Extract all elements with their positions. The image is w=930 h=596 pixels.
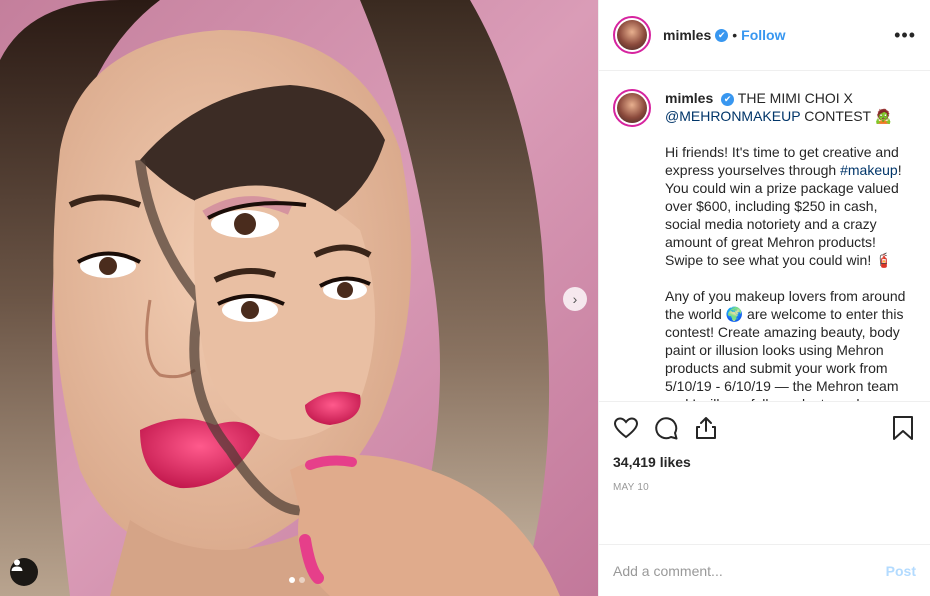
caption-title-part1: THE MIMI CHOI X (737, 90, 853, 106)
post-photo: › (0, 0, 598, 596)
makeup-illusion-image (0, 0, 598, 596)
username-link[interactable]: mimles (663, 27, 711, 43)
instagram-post: › mimles ✔ • Follow ••• mimles ✔ THE MIM… (0, 0, 930, 596)
action-bar (613, 412, 916, 444)
post-header: mimles ✔ • Follow ••• (599, 0, 930, 71)
caption-text: mimles ✔ THE MIMI CHOI X @MEHRONMAKEUP C… (665, 89, 914, 401)
caption-area: mimles ✔ THE MIMI CHOI X @MEHRONMAKEUP C… (599, 71, 930, 401)
heart-icon[interactable] (613, 415, 639, 441)
follow-button[interactable]: Follow (741, 27, 785, 43)
carousel-dot (299, 577, 305, 583)
user-icon (11, 559, 23, 571)
carousel-indicator (289, 577, 305, 583)
verified-badge-icon: ✔ (715, 28, 729, 42)
post-sidebar: mimles ✔ • Follow ••• mimles ✔ THE MIMI … (598, 0, 930, 596)
comment-box: Post (599, 544, 930, 596)
verified-badge-icon: ✔ (721, 92, 735, 106)
post-comment-button[interactable]: Post (886, 563, 916, 579)
next-photo-button[interactable]: › (563, 287, 587, 311)
mention-link[interactable]: @MEHRONMAKEUP (665, 108, 800, 124)
caption-title-part2: CONTEST (804, 108, 871, 124)
globe-emoji-icon: 🌍 (725, 306, 744, 322)
caption: mimles ✔ THE MIMI CHOI X @MEHRONMAKEUP C… (613, 89, 914, 401)
extinguisher-emoji-icon: 🧯 (875, 252, 893, 268)
avatar[interactable] (613, 16, 651, 54)
post-date[interactable]: MAY 10 (613, 482, 916, 493)
zombie-emoji-icon: 🧟 (874, 108, 893, 124)
caption-username[interactable]: mimles (665, 90, 713, 106)
more-options-icon[interactable]: ••• (894, 25, 916, 46)
share-icon[interactable] (693, 415, 719, 441)
caption-avatar[interactable] (613, 89, 651, 127)
carousel-dot-active (289, 577, 295, 583)
comment-input[interactable] (613, 562, 886, 579)
separator-dot: • (732, 27, 738, 43)
chevron-right-icon: › (572, 291, 578, 307)
hashtag-link[interactable]: #makeup (840, 162, 898, 178)
comment-icon[interactable] (653, 415, 679, 441)
actions-area: 34,419 likes MAY 10 (599, 401, 930, 544)
tagged-users-button[interactable] (10, 558, 38, 586)
bookmark-icon[interactable] (890, 415, 916, 441)
like-count[interactable]: 34,419 likes (613, 454, 916, 470)
